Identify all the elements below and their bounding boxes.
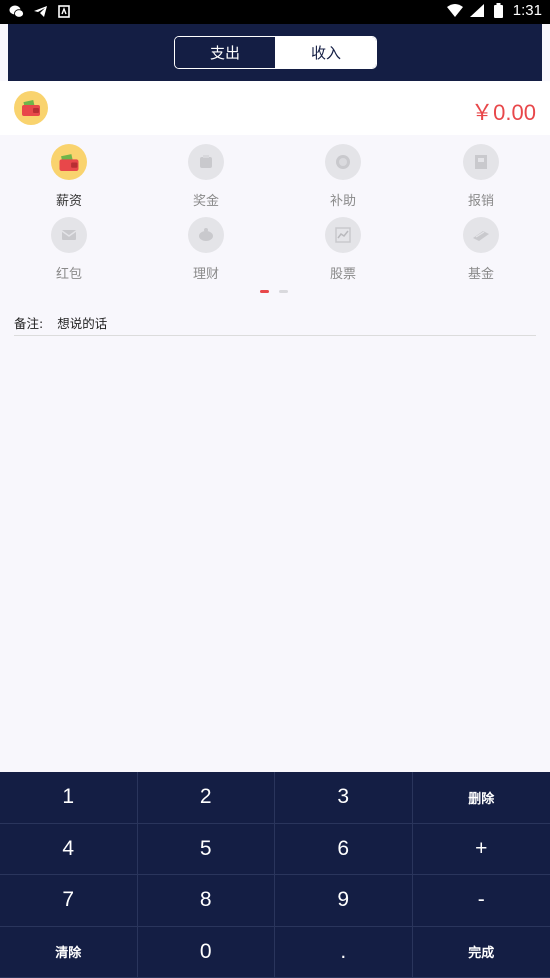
minus-button[interactable]: - <box>412 875 550 927</box>
note-label: 备注: <box>14 316 44 331</box>
top-header: 支出 收入 <box>8 24 542 81</box>
wechat-icon <box>8 3 24 19</box>
wallet-icon <box>14 91 48 125</box>
number-keypad: 1 2 3 删除 4 5 6 + 7 8 9 - 清除 0 . 完成 <box>0 772 550 978</box>
category-reimbursement[interactable]: 报销 <box>441 144 521 209</box>
category-label: 补助 <box>329 194 356 209</box>
category-label: 报销 <box>467 194 494 209</box>
category-fund[interactable]: 基金 <box>441 217 521 282</box>
amount-display: ￥0.00 <box>471 100 536 125</box>
key-7[interactable]: 7 <box>0 875 138 927</box>
category-salary[interactable]: 薪资 <box>29 144 109 209</box>
amount-row: ￥0.00 <box>0 81 550 135</box>
telegram-icon <box>32 3 48 19</box>
category-label: 薪资 <box>55 194 82 209</box>
money-bag-icon <box>188 144 224 180</box>
tab-expense[interactable]: 支出 <box>175 37 276 68</box>
battery-icon <box>491 3 507 19</box>
coin-icon <box>325 144 361 180</box>
key-9[interactable]: 9 <box>275 875 413 927</box>
gold-bar-icon <box>463 217 499 253</box>
category-label: 基金 <box>467 267 494 282</box>
category-label: 理财 <box>192 267 219 282</box>
income-entry-screen: 1:31 支出 收入 ￥0.00 薪资 奖金 补助 报销 红包 理财 股票 基金… <box>0 0 550 978</box>
category-label: 奖金 <box>192 194 219 209</box>
tab-income[interactable]: 收入 <box>276 37 376 68</box>
wallet-icon <box>51 144 87 180</box>
key-5[interactable]: 5 <box>137 823 275 875</box>
decimal-button[interactable]: . <box>275 926 413 978</box>
category-label: 红包 <box>55 267 82 282</box>
signal-icon <box>469 3 485 19</box>
category-red-envelope[interactable]: 红包 <box>29 217 109 282</box>
notification-icon <box>56 3 72 19</box>
plus-button[interactable]: + <box>412 824 550 875</box>
stock-chart-icon <box>325 217 361 253</box>
category-bonus[interactable]: 奖金 <box>166 144 246 209</box>
receipt-icon <box>463 144 499 180</box>
category-finance[interactable]: 理财 <box>166 217 246 282</box>
clock: 1:31 <box>512 2 542 19</box>
red-envelope-icon <box>51 217 87 253</box>
clear-button[interactable]: 清除 <box>0 926 138 978</box>
key-6[interactable]: 6 <box>275 823 413 875</box>
category-allowance[interactable]: 补助 <box>303 144 383 209</box>
status-bar: 1:31 <box>0 0 550 24</box>
key-0[interactable]: 0 <box>137 926 275 978</box>
wifi-icon <box>446 3 463 19</box>
note-input[interactable]: 想说的话 <box>57 313 107 335</box>
page-dot <box>279 290 288 293</box>
page-indicator <box>260 290 288 293</box>
key-8[interactable]: 8 <box>137 875 275 927</box>
key-3[interactable]: 3 <box>275 772 413 824</box>
key-4[interactable]: 4 <box>0 823 138 875</box>
piggy-bank-icon <box>188 217 224 253</box>
key-1[interactable]: 1 <box>0 772 138 824</box>
type-toggle: 支出 收入 <box>174 36 377 69</box>
key-2[interactable]: 2 <box>137 772 275 824</box>
category-label: 股票 <box>329 267 356 282</box>
category-stocks[interactable]: 股票 <box>303 217 383 282</box>
note-field[interactable]: 备注: 想说的话 <box>14 313 536 336</box>
page-dot-active <box>260 290 269 293</box>
done-button[interactable]: 完成 <box>412 927 550 978</box>
delete-button[interactable]: 删除 <box>412 772 550 824</box>
